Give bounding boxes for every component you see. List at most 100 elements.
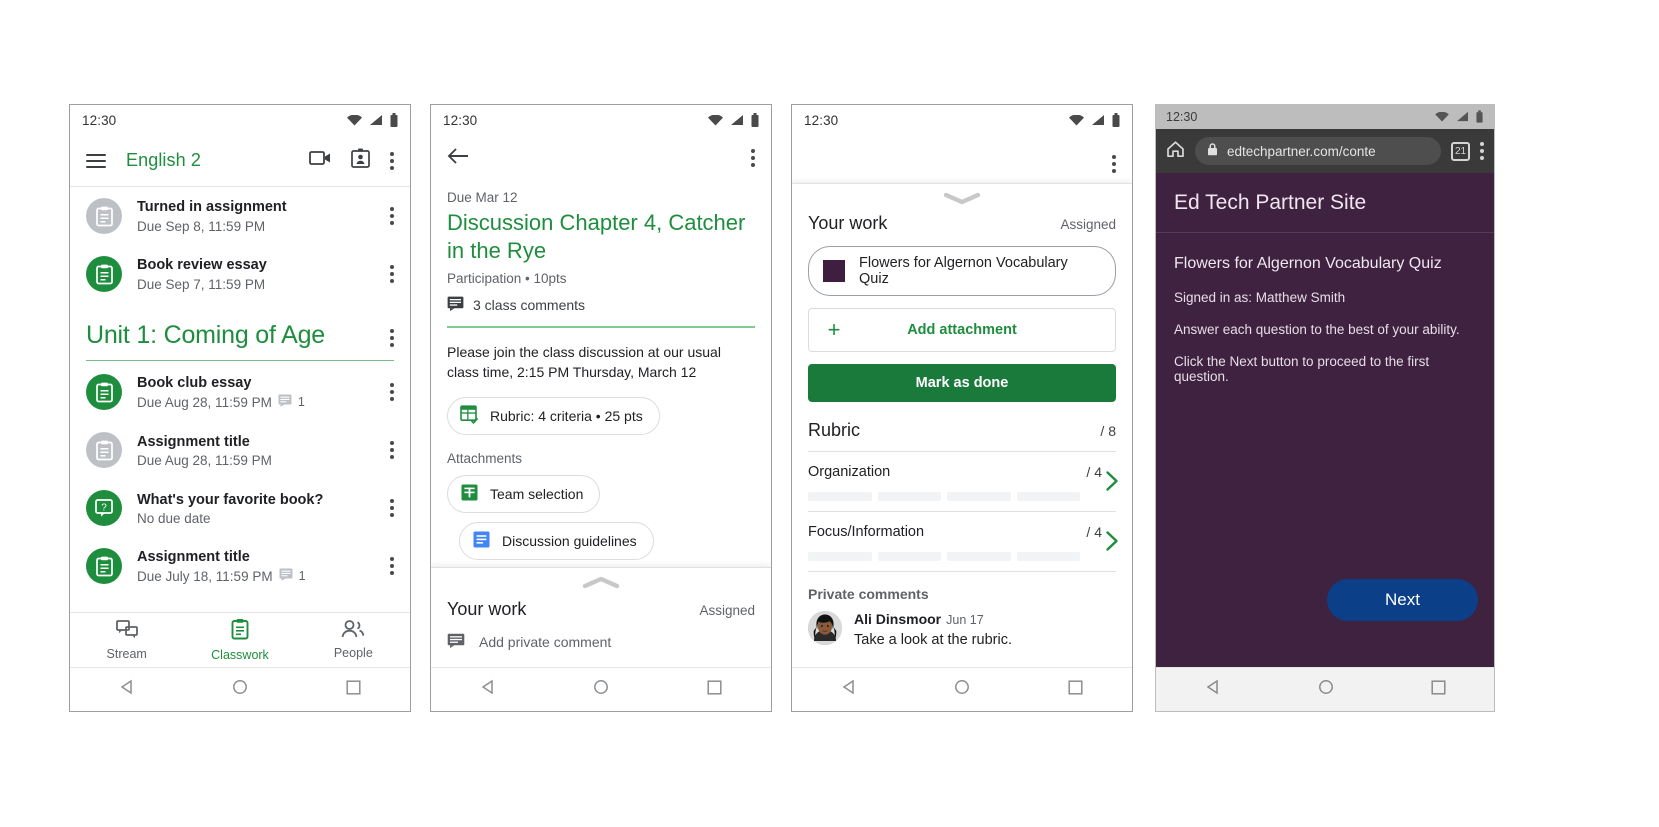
battery-icon	[1112, 113, 1120, 127]
list-item[interactable]: Turned in assignment Due Sep 8, 11:59 PM	[70, 187, 410, 245]
url-bar[interactable]: edtechpartner.com/conte	[1195, 137, 1441, 165]
kebab-icon[interactable]	[390, 553, 394, 579]
attachment-chip-discussion-guidelines[interactable]: Discussion guidelines	[459, 521, 654, 560]
back-arrow-icon[interactable]	[447, 141, 469, 176]
android-back-button[interactable]	[1205, 679, 1221, 700]
sidebar-item-classwork[interactable]: Classwork	[183, 618, 296, 662]
assignment-description: Please join the class discussion at our …	[447, 344, 721, 381]
list-item-subtitle: Due Sep 8, 11:59 PM	[137, 219, 380, 234]
android-home-button[interactable]	[232, 679, 248, 700]
add-attachment-button[interactable]: + Add attachment	[808, 308, 1116, 352]
kebab-icon[interactable]	[751, 149, 755, 167]
list-item-subtitle: Due Aug 28, 11:59 PM 1	[137, 394, 380, 410]
android-back-button[interactable]	[119, 679, 135, 700]
comment-count: 1	[297, 395, 305, 410]
list-item[interactable]: Assignment title Due Aug 28, 11:59 PM	[70, 421, 410, 479]
status-bar: 12:30	[70, 105, 410, 135]
rubric-total-score: / 8	[1100, 423, 1116, 439]
criterion-name: Focus/Information	[808, 524, 925, 540]
android-nav-bar	[70, 667, 410, 711]
classwork-icon	[230, 618, 250, 645]
app-bar-actions	[309, 148, 394, 173]
list-item-subtitle: Due Aug 28, 11:59 PM	[137, 453, 380, 468]
kebab-icon[interactable]	[390, 151, 394, 170]
lock-icon	[1207, 143, 1218, 159]
hamburger-icon[interactable]	[86, 153, 106, 168]
kebab-icon[interactable]	[390, 495, 394, 521]
status-icons	[1435, 110, 1484, 124]
kebab-icon[interactable]	[1112, 155, 1116, 173]
list-item[interactable]: Book review essay Due Sep 7, 11:59 PM	[70, 245, 410, 303]
add-private-comment[interactable]: Add private comment	[431, 620, 771, 667]
kebab-icon[interactable]	[1480, 142, 1484, 160]
status-bar: 12:30	[431, 105, 771, 135]
rubric-chip[interactable]: Rubric: 4 criteria • 25 pts	[447, 396, 660, 435]
android-recents-button[interactable]	[1430, 679, 1446, 700]
classwork-unit-list: Book club essay Due Aug 28, 11:59 PM 1 A…	[70, 363, 410, 595]
question-icon: ?	[86, 490, 122, 527]
tab-count-icon[interactable]: 21	[1451, 141, 1470, 161]
your-work-header: Your work Assigned	[792, 207, 1132, 246]
list-item[interactable]: Assignment title Due July 18, 11:59 PM 1	[70, 537, 410, 595]
android-recents-button[interactable]	[707, 679, 722, 700]
android-recents-button[interactable]	[1068, 679, 1083, 700]
android-home-button[interactable]	[954, 679, 970, 700]
your-work-title: Your work	[808, 213, 888, 233]
android-home-button[interactable]	[593, 679, 609, 700]
add-private-comment-label: Add private comment	[479, 634, 612, 650]
avatar	[808, 611, 842, 645]
list-item-text: Assignment title Due July 18, 11:59 PM 1	[137, 548, 380, 584]
kebab-icon[interactable]	[390, 437, 394, 463]
class-comments-count: 3 class comments	[473, 297, 586, 313]
your-work-header: Your work Assigned	[431, 591, 771, 620]
video-camera-icon[interactable]	[309, 150, 331, 171]
list-item[interactable]: Book club essay Due Aug 28, 11:59 PM 1	[70, 363, 410, 421]
screenshot-stage: 12:30 English 2 Turned in assignment Due…	[0, 0, 1659, 827]
chevron-up-icon[interactable]	[431, 568, 771, 591]
android-home-button[interactable]	[1318, 679, 1334, 700]
class-comments-row[interactable]: 3 class comments	[431, 286, 771, 314]
kebab-icon[interactable]	[390, 203, 394, 229]
stream-icon	[115, 619, 138, 644]
attachment-chip-team-selection[interactable]: Team selection	[447, 474, 601, 513]
android-back-button[interactable]	[841, 679, 857, 700]
mark-as-done-button[interactable]: Mark as done	[808, 364, 1116, 402]
attachment-chip-wrap: Team selection	[431, 466, 771, 513]
chevron-down-icon[interactable]	[792, 184, 1132, 207]
list-item-text: What's your favorite book? No due date	[137, 491, 380, 526]
assignment-icon	[86, 256, 122, 292]
contact-card-icon[interactable]	[351, 148, 370, 173]
list-item[interactable]: ? What's your favorite book? No due date	[70, 479, 410, 537]
status-badge: Assigned	[1060, 217, 1116, 232]
comment-author: Ali Dinsmoor	[854, 611, 942, 627]
chevron-right-icon[interactable]	[1104, 470, 1120, 497]
kebab-icon[interactable]	[390, 329, 394, 347]
rubric-criterion-focus-information[interactable]: Focus/Information / 4	[792, 512, 1132, 571]
due-text: Due Sep 7, 11:59 PM	[137, 276, 266, 292]
rubric-header: Rubric / 8	[792, 402, 1132, 451]
chevron-right-icon[interactable]	[1104, 530, 1120, 557]
comment-text: Take a look at the rubric.	[854, 632, 1012, 648]
rubric-criterion-organization[interactable]: Organization / 4	[792, 452, 1132, 511]
status-bar: 12:30	[792, 105, 1132, 135]
attachment-chip-quiz[interactable]: Flowers for Algernon Vocabulary Quiz	[808, 246, 1116, 296]
add-attachment-label: Add attachment	[907, 322, 1017, 338]
sidebar-item-people[interactable]: People	[297, 620, 410, 660]
rubric-chip-wrap: Rubric: 4 criteria • 25 pts	[431, 383, 771, 435]
list-item-title: Assignment title	[137, 433, 250, 450]
kebab-icon[interactable]	[390, 261, 394, 287]
sidebar-item-stream[interactable]: Stream	[70, 619, 183, 661]
due-text: Due Aug 28, 11:59 PM	[137, 394, 272, 410]
browser-toolbar: edtechpartner.com/conte 21	[1156, 129, 1494, 173]
kebab-icon[interactable]	[390, 379, 394, 405]
list-item-title: What's your favorite book?	[137, 491, 324, 508]
status-time: 12:30	[82, 112, 117, 128]
home-icon[interactable]	[1166, 140, 1185, 163]
your-work-sheet: Your work Assigned Add private comment	[431, 567, 771, 667]
bottom-navigation: Stream Classwork People	[70, 612, 410, 667]
next-button[interactable]: Next	[1327, 579, 1478, 621]
android-recents-button[interactable]	[346, 679, 361, 700]
criterion-score: / 4	[1086, 464, 1102, 480]
quiz-thumbnail-icon	[823, 260, 845, 282]
android-back-button[interactable]	[480, 679, 496, 700]
